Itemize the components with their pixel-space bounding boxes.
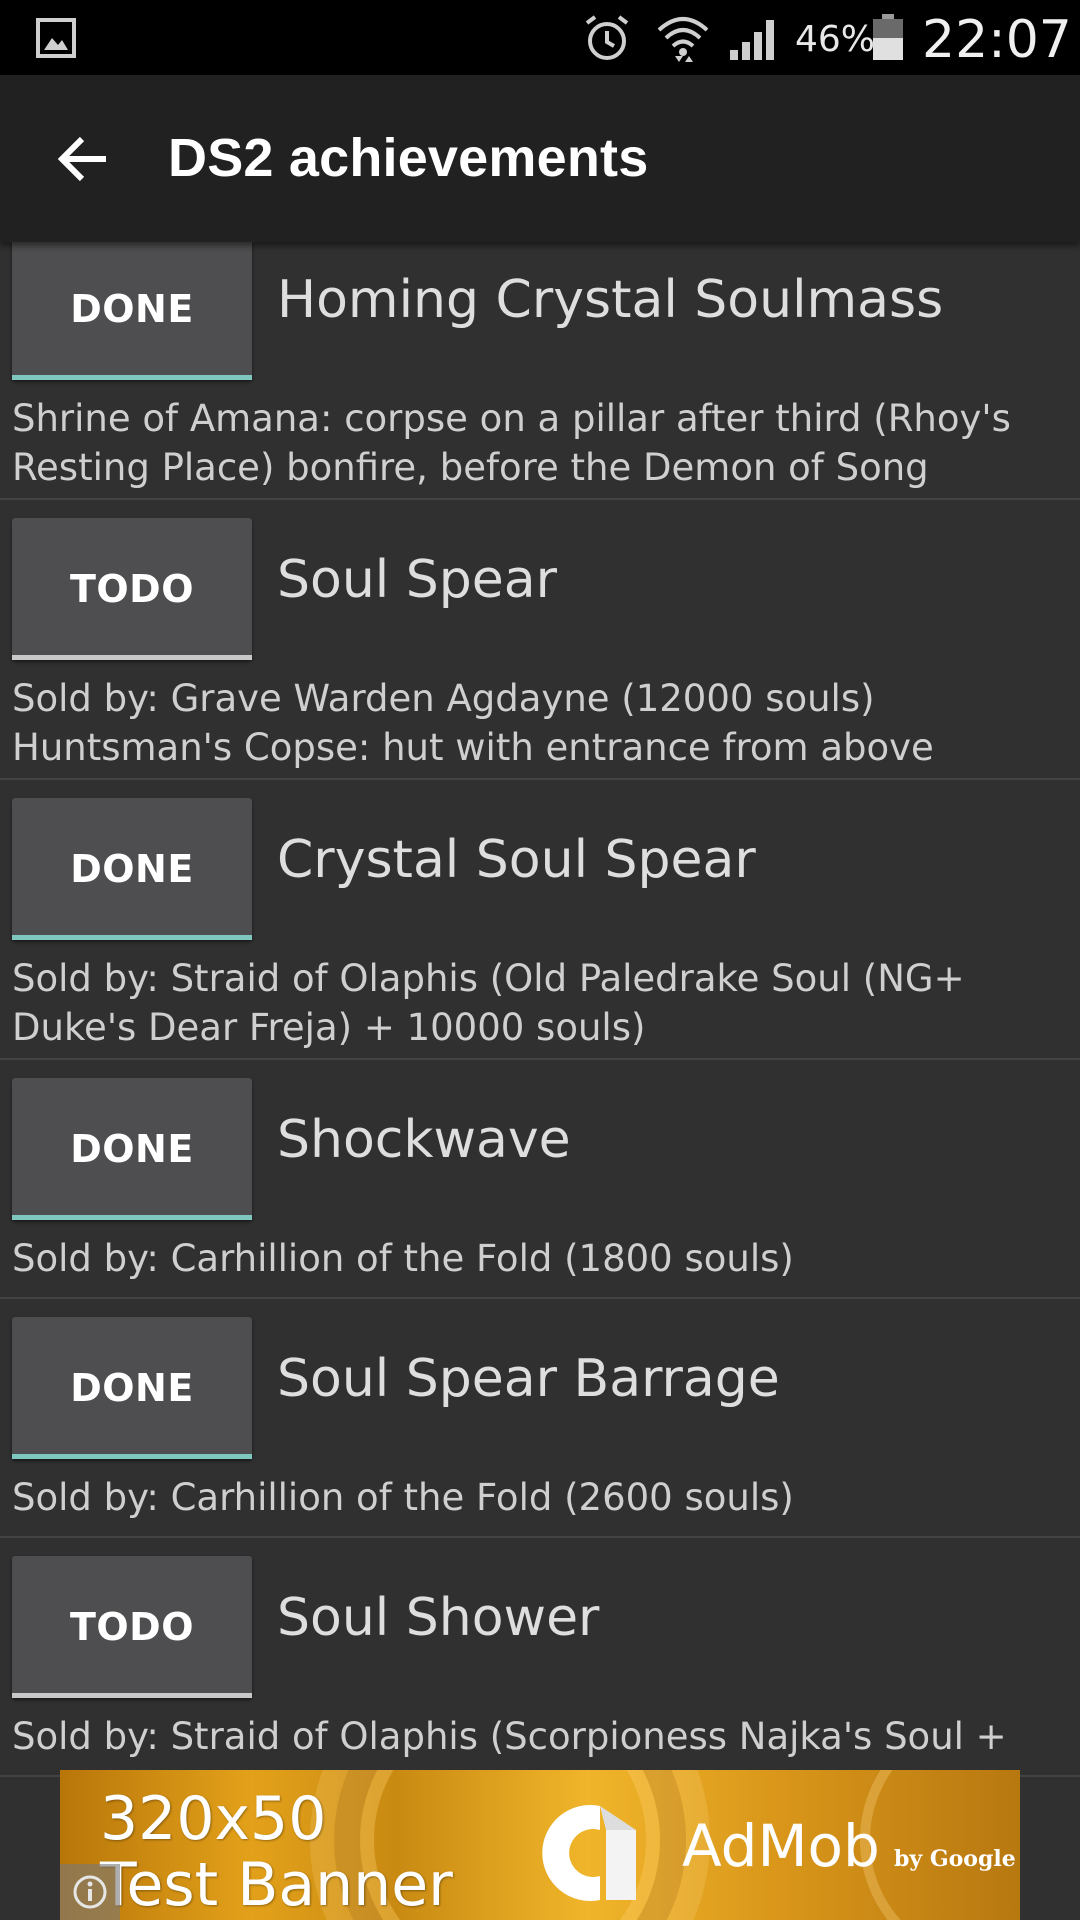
achievement-name: Homing Crystal Soulmass xyxy=(277,270,944,330)
back-arrow-icon xyxy=(57,136,106,182)
list-item-header: DONE Soul Spear Barrage xyxy=(0,1299,1080,1459)
list-item: DONE Crystal Soul Spear Sold by: Straid … xyxy=(0,780,1080,1060)
achievement-description: Shrine of Amana: corpse on a pillar afte… xyxy=(12,397,1011,489)
list-item-header: DONE Homing Crystal Soulmass xyxy=(0,242,1080,380)
status-toggle-label: DONE xyxy=(70,1127,194,1171)
list-item-header: DONE Shockwave xyxy=(0,1060,1080,1220)
status-toggle-button[interactable]: DONE xyxy=(12,798,252,940)
ad-size-label: 320x50 xyxy=(100,1784,327,1854)
status-toggle-button[interactable]: TODO xyxy=(12,518,252,660)
status-indicator xyxy=(12,1693,252,1698)
achievement-description: Sold by: Carhillion of the Fold (1800 so… xyxy=(12,1237,794,1280)
page-title: DS2 achievements xyxy=(168,128,649,188)
achievement-name: Soul Spear Barrage xyxy=(277,1349,780,1409)
battery-percent: 46% xyxy=(795,19,876,60)
ad-banner[interactable]: 320x50 Test Banner AdMob by Google xyxy=(60,1770,1020,1920)
achievement-description: Sold by: Grave Warden Agdayne (12000 sou… xyxy=(12,677,934,769)
gallery-icon xyxy=(36,18,76,58)
achievement-list[interactable]: DONE Homing Crystal Soulmass Shrine of A… xyxy=(0,242,1080,1920)
achievement-name: Shockwave xyxy=(277,1110,571,1170)
list-item-header: TODO Soul Shower xyxy=(0,1538,1080,1698)
list-item-header: TODO Soul Spear xyxy=(0,500,1080,660)
status-bar: 46% 22:07 xyxy=(0,0,1080,75)
status-indicator xyxy=(12,375,252,380)
status-indicator xyxy=(12,1215,252,1220)
status-toggle-label: DONE xyxy=(70,1366,194,1410)
achievement-name: Crystal Soul Spear xyxy=(277,830,756,890)
alarm-icon xyxy=(585,15,629,60)
status-indicator xyxy=(12,655,252,660)
clock: 22:07 xyxy=(922,10,1072,70)
info-icon[interactable] xyxy=(60,1864,120,1920)
achievement-name: Soul Shower xyxy=(277,1588,600,1648)
ad-test-label: Test Banner xyxy=(100,1850,453,1920)
achievement-description: Sold by: Straid of Olaphis (Scorpioness … xyxy=(12,1715,1007,1758)
achievement-description: Sold by: Carhillion of the Fold (2600 so… xyxy=(12,1476,794,1519)
list-item: TODO Soul Shower Sold by: Straid of Olap… xyxy=(0,1538,1080,1777)
admob-logo-icon xyxy=(542,1805,636,1901)
status-toggle-label: TODO xyxy=(69,567,195,611)
wifi-icon xyxy=(657,17,709,62)
list-item-header: DONE Crystal Soul Spear xyxy=(0,780,1080,940)
status-toggle-label: TODO xyxy=(69,1605,195,1649)
info-glyph-icon xyxy=(73,1875,107,1909)
status-toggle-button[interactable]: TODO xyxy=(12,1556,252,1698)
achievement-name: Soul Spear xyxy=(277,550,558,610)
list-item: DONE Soul Spear Barrage Sold by: Carhill… xyxy=(0,1299,1080,1538)
status-toggle-label: DONE xyxy=(70,847,194,891)
ad-by-google: by Google xyxy=(894,1846,1016,1872)
back-button[interactable] xyxy=(44,121,120,197)
ad-decoration xyxy=(860,1770,1020,1920)
list-item: DONE Shockwave Sold by: Carhillion of th… xyxy=(0,1060,1080,1299)
achievement-list-content: DONE Homing Crystal Soulmass Shrine of A… xyxy=(0,242,1080,1777)
status-toggle-button[interactable]: DONE xyxy=(12,242,252,380)
list-item: DONE Homing Crystal Soulmass Shrine of A… xyxy=(0,242,1080,500)
app-bar: DS2 achievements xyxy=(0,75,1080,242)
status-indicator xyxy=(12,1454,252,1459)
battery-icon xyxy=(873,14,903,60)
list-item: TODO Soul Spear Sold by: Grave Warden Ag… xyxy=(0,500,1080,780)
status-toggle-button[interactable]: DONE xyxy=(12,1078,252,1220)
ad-brand: AdMob xyxy=(682,1812,880,1880)
status-toggle-button[interactable]: DONE xyxy=(12,1317,252,1459)
achievement-description: Sold by: Straid of Olaphis (Old Paledrak… xyxy=(12,957,965,1049)
status-toggle-label: DONE xyxy=(70,287,194,331)
signal-icon xyxy=(730,20,774,60)
status-indicator xyxy=(12,935,252,940)
